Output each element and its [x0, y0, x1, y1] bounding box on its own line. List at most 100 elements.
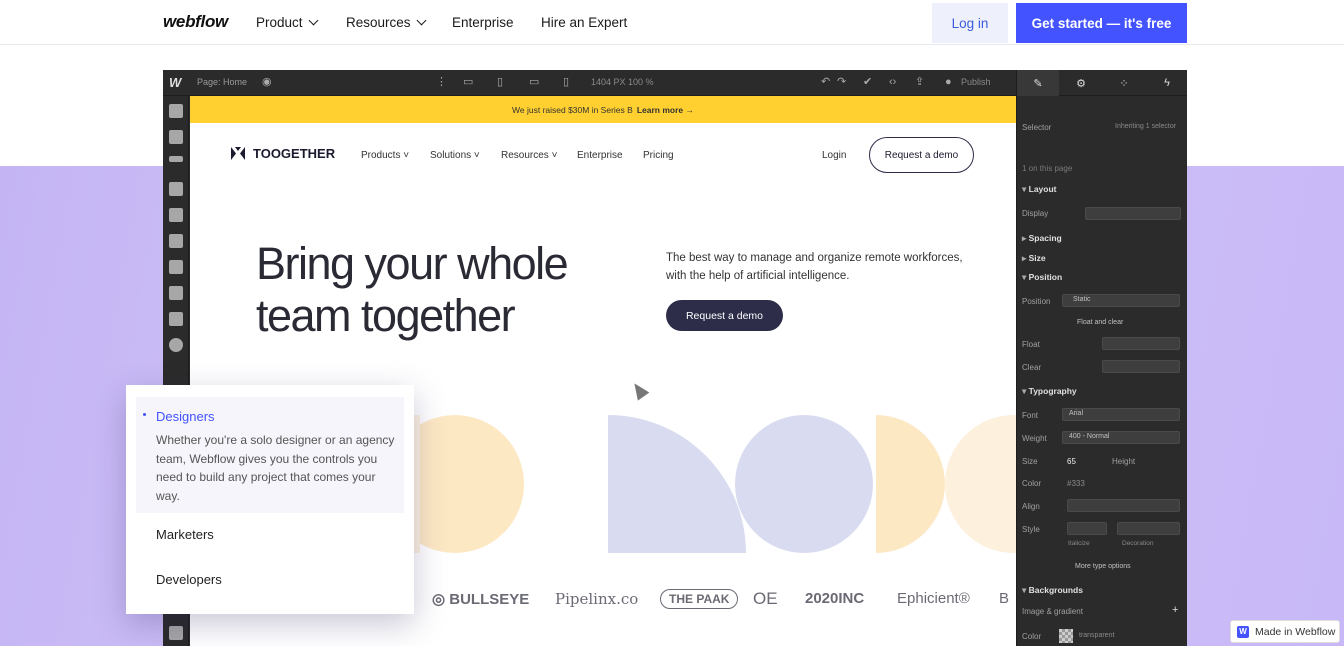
- top-navigation: webflow Product Resources Enterprise Hir…: [0, 0, 1344, 45]
- canvas-nav-products[interactable]: Products ˅: [361, 150, 409, 161]
- color-label: Color: [1022, 479, 1042, 488]
- webflow-logo[interactable]: webflow: [163, 12, 228, 32]
- canvas-nav-enterprise[interactable]: Enterprise: [577, 150, 623, 161]
- ecommerce-icon[interactable]: [169, 286, 183, 300]
- logo-oe: OE: [753, 589, 778, 608]
- mobile-landscape-icon[interactable]: ▭: [529, 77, 539, 88]
- clear-label: Clear: [1022, 363, 1042, 372]
- user-icon[interactable]: ●: [945, 77, 952, 88]
- pages-icon[interactable]: [169, 182, 183, 196]
- export-icon[interactable]: ⇪: [915, 77, 924, 88]
- nav-resources-label: Resources: [346, 15, 411, 30]
- made-in-webflow-badge[interactable]: W Made in Webflow: [1230, 620, 1340, 643]
- hero-subtitle: The best way to manage and organize remo…: [666, 252, 963, 282]
- position-select[interactable]: Static: [1062, 294, 1180, 307]
- code-icon[interactable]: ‹›: [889, 77, 896, 88]
- help-icon[interactable]: [169, 626, 183, 640]
- size-label: Size: [1022, 457, 1038, 466]
- webflow-w-icon[interactable]: W: [169, 75, 181, 90]
- undo-icon[interactable]: ↶: [821, 77, 830, 88]
- section-position[interactable]: Position: [1022, 272, 1063, 283]
- clear-options[interactable]: [1102, 360, 1180, 373]
- decoration-options[interactable]: [1117, 522, 1180, 535]
- on-page-count: 1 on this page: [1022, 164, 1073, 173]
- audience-marketers[interactable]: Marketers: [156, 527, 214, 542]
- audience-developers[interactable]: Developers: [156, 572, 222, 587]
- nav-product[interactable]: Product: [256, 15, 318, 30]
- logo-pipelinx: Pipelinx.co: [555, 590, 639, 608]
- logo-bullseye: ◎ BULLSEYE: [432, 591, 530, 608]
- bg-color-value: transparent: [1079, 632, 1115, 639]
- hero-title: Bring your whole team together: [256, 238, 569, 341]
- canvas-nav-pricing[interactable]: Pricing: [643, 150, 674, 161]
- float-clear-toggle[interactable]: Float and clear: [1077, 319, 1123, 326]
- transparent-swatch[interactable]: [1059, 629, 1073, 643]
- banner-text: We just raised $30M in Series B: [512, 104, 633, 115]
- logo-the-paak: THE PAAK: [660, 589, 739, 609]
- italicize-options[interactable]: [1067, 522, 1107, 535]
- float-label: Float: [1022, 340, 1040, 349]
- tab-interactions-icon[interactable]: ⁘: [1103, 70, 1145, 96]
- hero-request-demo-button[interactable]: Request a demo: [666, 300, 783, 331]
- height-label: Height: [1112, 457, 1136, 466]
- logic-icon[interactable]: [169, 260, 183, 274]
- tab-settings-gear-icon[interactable]: ⚙: [1060, 70, 1102, 96]
- nav-resources[interactable]: Resources: [346, 15, 426, 30]
- toogether-brand: TOOGETHER: [253, 146, 336, 161]
- display-options[interactable]: [1085, 207, 1181, 220]
- add-icon[interactable]: [169, 104, 183, 118]
- redo-icon[interactable]: ↷: [837, 77, 846, 88]
- get-started-button[interactable]: Get started — it's free: [1016, 3, 1187, 43]
- nav-enterprise[interactable]: Enterprise: [452, 15, 514, 30]
- eye-icon[interactable]: ◉: [262, 77, 272, 88]
- color-value[interactable]: #333: [1067, 479, 1085, 488]
- section-layout[interactable]: Layout: [1022, 184, 1057, 195]
- banner-link[interactable]: Learn more →: [637, 105, 694, 115]
- font-label: Font: [1022, 411, 1039, 420]
- canvas-request-demo-outline[interactable]: Request a demo: [869, 137, 974, 173]
- navigator-icon[interactable]: [169, 156, 183, 162]
- active-bullet-icon: [143, 413, 146, 416]
- tablet-icon[interactable]: ▯: [497, 77, 503, 88]
- lavender-circle-shape: [735, 415, 873, 553]
- canvas-nav-solutions[interactable]: Solutions ˅: [430, 150, 480, 161]
- users-icon[interactable]: [169, 234, 183, 248]
- section-typography[interactable]: Typography: [1022, 386, 1077, 397]
- desktop-icon[interactable]: ▭: [463, 77, 473, 88]
- more-type-options[interactable]: More type options: [1075, 563, 1131, 570]
- logo-ephicient: Ephicient®: [897, 590, 970, 607]
- font-size-input[interactable]: 65: [1067, 457, 1076, 466]
- tab-style-brush-icon[interactable]: ✎: [1017, 70, 1059, 96]
- tab-lightning-icon[interactable]: ϟ: [1146, 70, 1187, 96]
- canvas-login[interactable]: Login: [822, 150, 846, 161]
- chevron-down-icon: [416, 15, 426, 26]
- assets-icon[interactable]: [169, 312, 183, 326]
- section-spacing[interactable]: Spacing: [1022, 233, 1062, 244]
- mouse-cursor-icon: [628, 379, 650, 401]
- align-options[interactable]: [1067, 499, 1180, 512]
- selector-value[interactable]: Inheriting 1 selector: [1115, 123, 1176, 130]
- style-panel: ✎ ⚙ ⁘ ϟ Selector Inheriting 1 selector 1…: [1016, 70, 1187, 646]
- canvas-nav-resources[interactable]: Resources ˅: [501, 150, 557, 161]
- add-background-icon[interactable]: +: [1172, 604, 1178, 616]
- page-selector[interactable]: Page: Home: [197, 77, 247, 87]
- bg-color-label: Color: [1022, 632, 1042, 641]
- publish-button[interactable]: Publish: [961, 77, 991, 87]
- float-options[interactable]: [1102, 337, 1180, 350]
- section-backgrounds[interactable]: Backgrounds: [1022, 585, 1083, 596]
- more-icon[interactable]: ⋮: [436, 77, 447, 88]
- login-button[interactable]: Log in: [932, 3, 1008, 43]
- check-icon[interactable]: ✔: [863, 77, 872, 88]
- audience-designers[interactable]: Designers: [156, 409, 215, 424]
- nav-hire-expert[interactable]: Hire an Expert: [541, 15, 627, 30]
- font-select[interactable]: Arial: [1062, 408, 1180, 421]
- section-size[interactable]: Size: [1022, 253, 1046, 264]
- canvas-size-label: 1404 PX 100 %: [591, 77, 654, 87]
- decoration-label: Decoration: [1122, 540, 1154, 547]
- cms-icon[interactable]: [169, 208, 183, 222]
- mobile-icon[interactable]: ▯: [563, 77, 569, 88]
- weight-select[interactable]: 400 - Normal: [1062, 431, 1180, 444]
- settings-icon[interactable]: [169, 338, 183, 352]
- symbols-icon[interactable]: [169, 130, 183, 144]
- toogether-logo[interactable]: TOOGETHER: [231, 146, 335, 161]
